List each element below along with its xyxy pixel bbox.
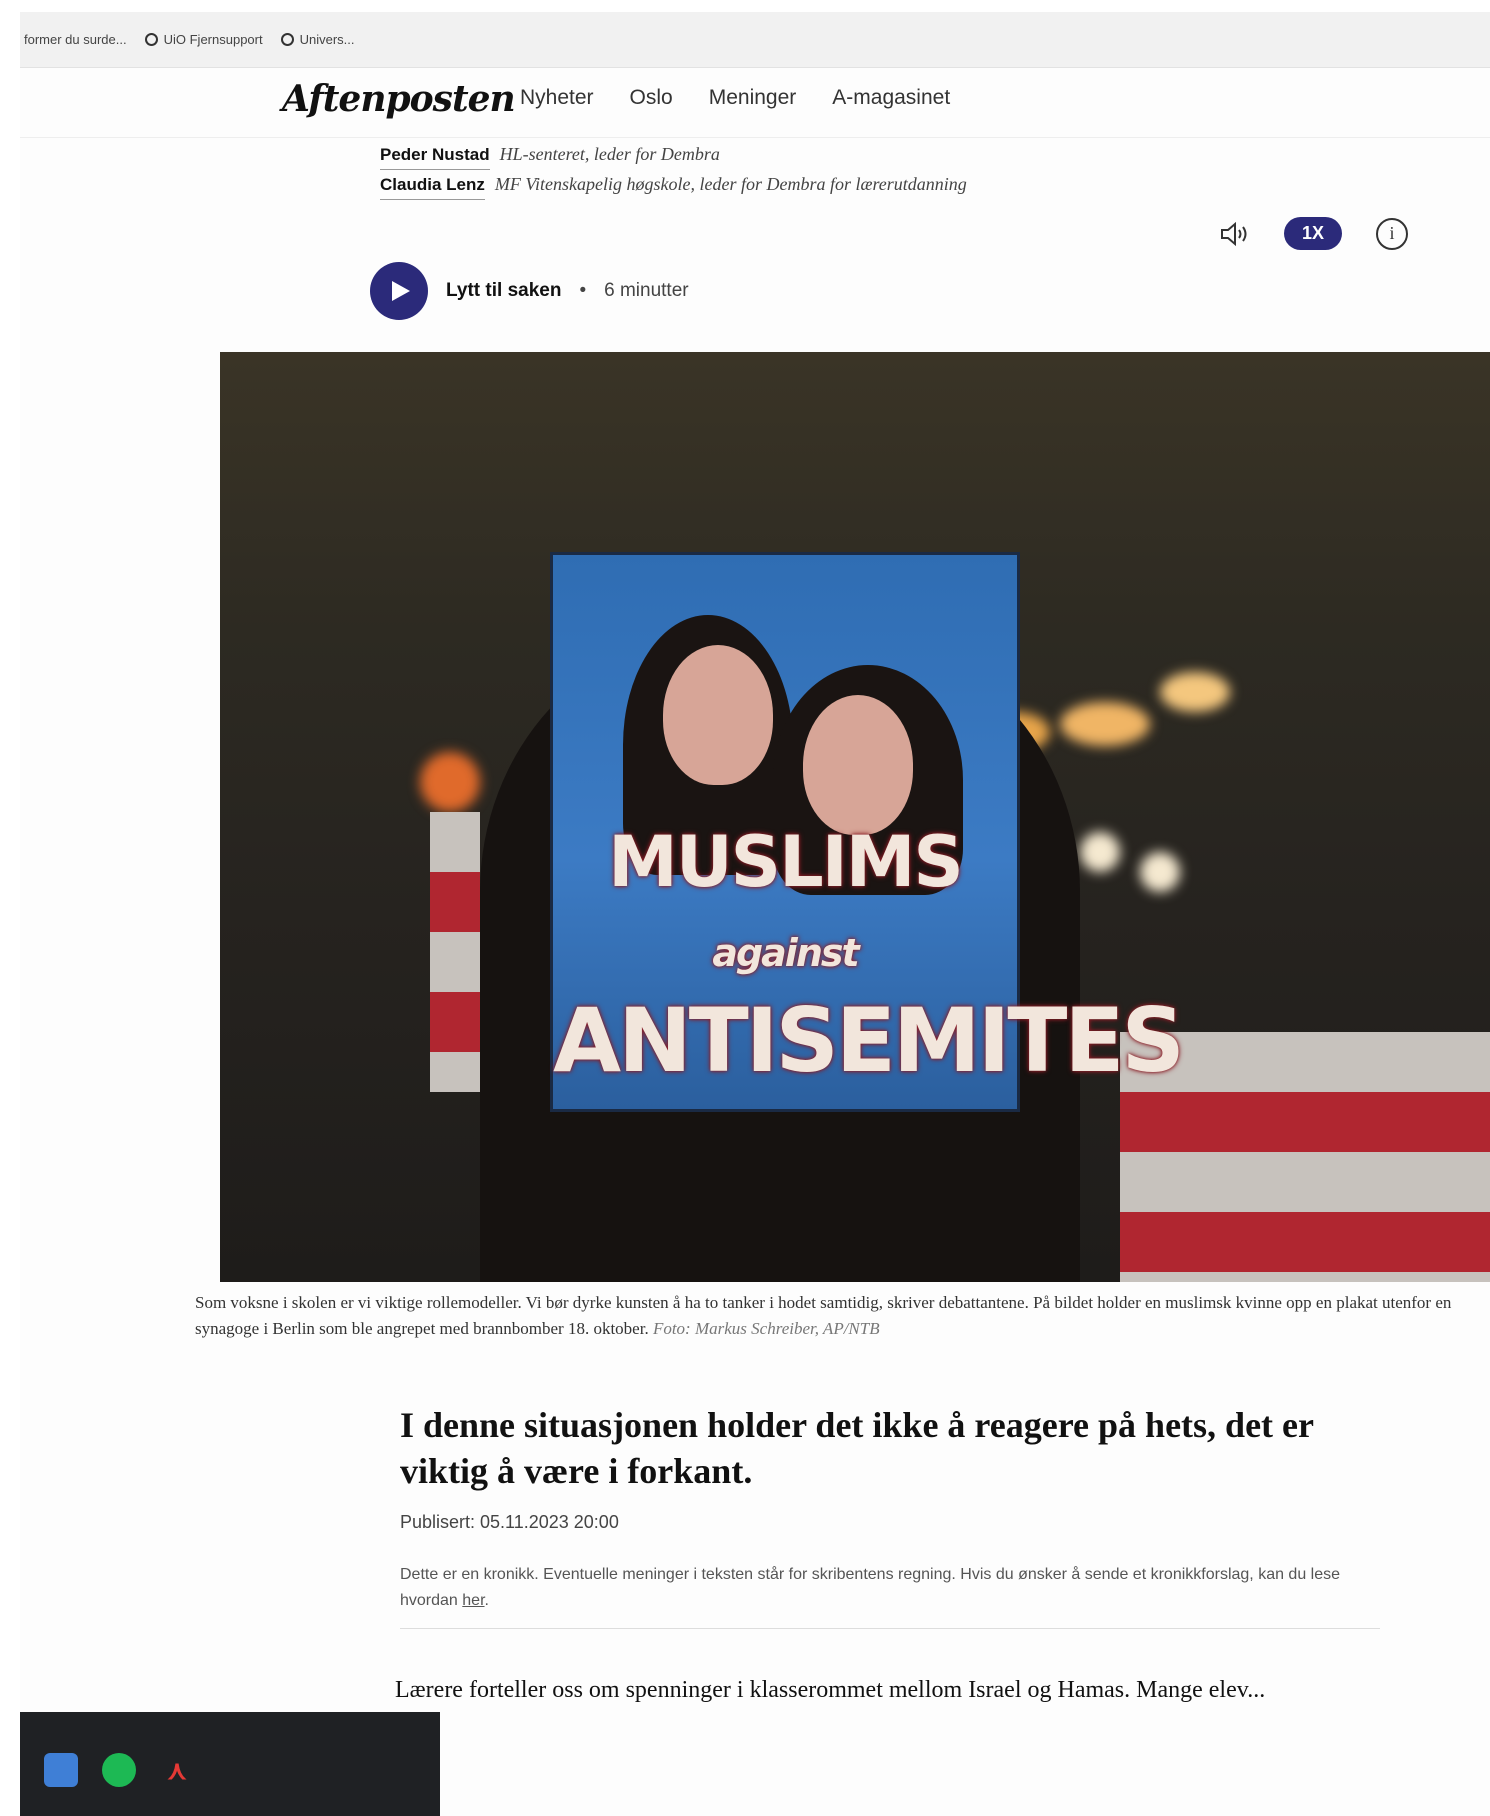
opinion-disclaimer: Dette er en kronikk. Eventuelle meninger…	[400, 1562, 1380, 1629]
play-button[interactable]	[370, 262, 428, 320]
listen-duration: 6 minutter	[604, 280, 689, 301]
bokeh-light	[420, 752, 480, 812]
taskbar: ⋏	[20, 1712, 440, 1816]
volume-icon[interactable]	[1220, 221, 1250, 247]
author-row: Peder Nustad HL-senteret, leder for Demb…	[380, 140, 967, 170]
main-nav: Nyheter Oslo Meninger A-magasinet	[520, 86, 950, 110]
audio-player: Lytt til saken • 6 minutter	[370, 262, 689, 320]
author-role: HL-senteret, leder for Dembra	[499, 144, 720, 164]
nav-item-oslo[interactable]: Oslo	[630, 86, 673, 110]
bookmark-icon	[144, 33, 158, 46]
author-name[interactable]: Peder Nustad	[380, 141, 490, 170]
bookmark-label: UiO Fjernsupport	[163, 32, 263, 47]
bookmark-label: former du surde...	[24, 32, 127, 47]
nav-item-nyheter[interactable]: Nyheter	[520, 86, 594, 110]
nav-item-meninger[interactable]: Meninger	[709, 86, 797, 110]
image-caption: Som voksne i skolen er vi viktige rollem…	[195, 1290, 1485, 1342]
bookmark-item[interactable]: Univers...	[280, 32, 355, 47]
disclaimer-text: Dette er en kronikk. Eventuelle meninger…	[400, 1566, 1341, 1609]
author-role: MF Vitenskapelig høgskole, leder for Dem…	[494, 174, 967, 194]
playback-speed-button[interactable]: 1X	[1284, 217, 1343, 250]
bokeh-light	[1060, 702, 1150, 746]
taskbar-app-icon[interactable]	[44, 1753, 78, 1787]
hero-image: MUSLIMS against ANTISEMITES	[220, 352, 1490, 1282]
acrobat-icon[interactable]: ⋏	[160, 1753, 194, 1787]
bookmarks-bar: former du surde... UiO Fjernsupport Univ…	[20, 12, 1490, 68]
bookmark-label: Univers...	[299, 32, 355, 47]
painted-face	[663, 645, 773, 785]
bookmark-item[interactable]: UiO Fjernsupport	[144, 32, 263, 47]
published-date: Publisert: 05.11.2023 20:00	[400, 1512, 619, 1532]
painted-face	[803, 695, 913, 835]
spotify-icon[interactable]	[102, 1753, 136, 1787]
disclaimer-link[interactable]: her	[462, 1592, 484, 1609]
bokeh-light	[1140, 852, 1180, 892]
info-icon[interactable]: i	[1376, 217, 1409, 250]
site-logo[interactable]: Aftenposten	[282, 78, 516, 120]
protest-placard: MUSLIMS against ANTISEMITES	[550, 552, 1185, 1112]
site-header: Aftenposten Nyheter Oslo Meninger A-maga…	[20, 68, 1490, 138]
caption-credit: Foto: Markus Schreiber, AP/NTB	[652, 1319, 880, 1338]
bookmark-item[interactable]: former du surde...	[24, 32, 127, 47]
road-barrier	[430, 812, 480, 1092]
bookmark-icon	[280, 33, 294, 46]
author-list: Peder Nustad HL-senteret, leder for Demb…	[380, 140, 967, 200]
listen-label: Lytt til saken	[446, 280, 562, 301]
placard-text: MUSLIMS against ANTISEMITES	[553, 822, 1185, 1092]
article-lead: I denne situasjonen holder det ikke å re…	[400, 1405, 1314, 1491]
bokeh-light	[1160, 672, 1230, 712]
play-icon	[392, 281, 410, 301]
placard-line2: ANTISEMITES	[553, 989, 1185, 1092]
placard-word: MUSLIMS	[608, 821, 964, 903]
author-name[interactable]: Claudia Lenz	[380, 171, 485, 200]
separator: •	[579, 280, 587, 301]
nav-item-a-magasinet[interactable]: A-magasinet	[832, 86, 950, 110]
author-row: Claudia Lenz MF Vitenskapelig høgskole, …	[380, 170, 967, 200]
placard-line1: MUSLIMS against	[553, 822, 1017, 993]
placard-word: against	[712, 931, 859, 975]
disclaimer-end: .	[484, 1592, 489, 1609]
bokeh-light	[1080, 832, 1120, 872]
article-body: Lærere forteller oss om spenninger i kla…	[395, 1677, 1266, 1703]
browser-viewport: former du surde... UiO Fjernsupport Univ…	[20, 12, 1490, 1816]
audio-controls: 1X i	[1220, 217, 1409, 250]
